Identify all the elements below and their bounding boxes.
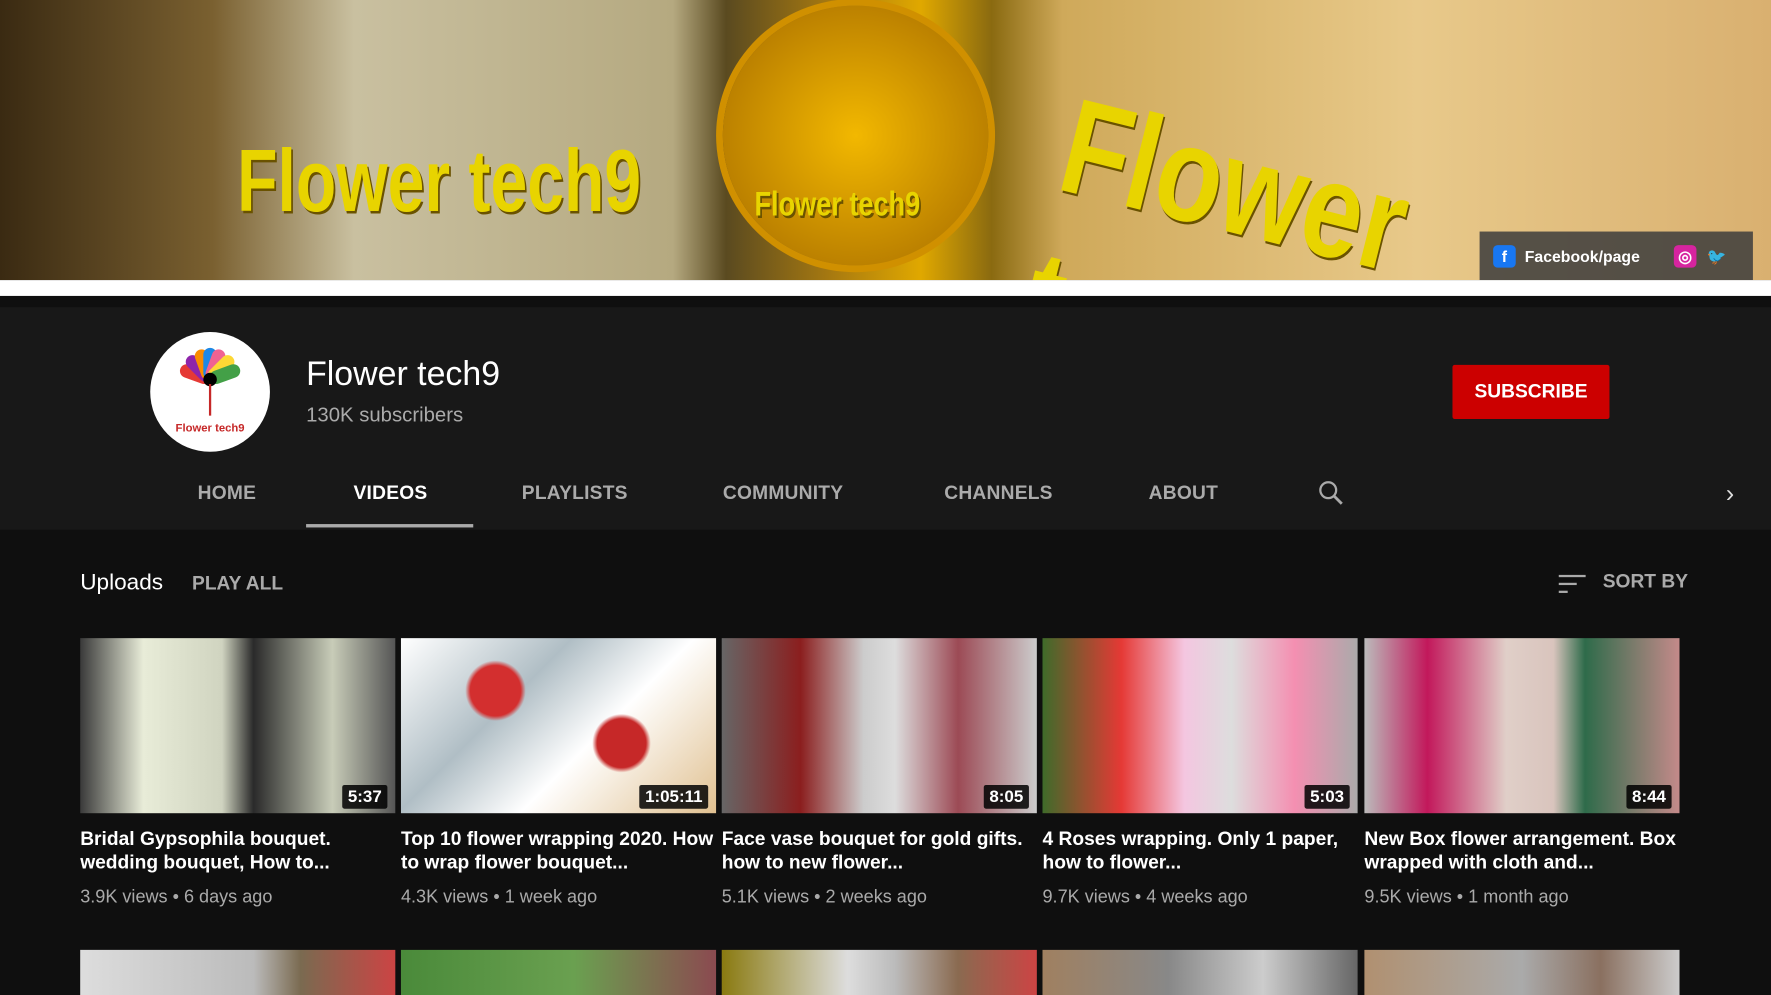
view-count: 4.3K views <box>400 887 489 907</box>
upload-age: 6 days ago <box>183 887 273 907</box>
video-meta: 9.7K views • 4 weeks ago <box>1042 887 1248 907</box>
tab-community[interactable]: COMMUNITY <box>723 482 843 505</box>
sort-icon[interactable] <box>1558 573 1586 596</box>
video-thumbnail[interactable] <box>1042 949 1358 995</box>
video-card[interactable]: 8:05 Face vase bouquet for gold gifts. h… <box>721 638 1037 908</box>
video-title[interactable]: Face vase bouquet for gold gifts. how to… <box>722 827 1037 874</box>
view-count: 3.9K views <box>80 887 168 907</box>
section-title: Uploads <box>80 570 164 596</box>
video-thumbnail[interactable] <box>80 949 396 995</box>
video-meta: 3.9K views • 6 days ago <box>80 887 273 907</box>
tab-about[interactable]: ABOUT <box>1149 482 1218 505</box>
play-all-button[interactable]: PLAY ALL <box>192 573 283 596</box>
upload-age: 4 weeks ago <box>1146 887 1248 907</box>
tab-videos[interactable]: VIDEOS <box>354 482 428 505</box>
video-card[interactable]: 5:37 Bridal Gypsophila bouquet. wedding … <box>80 638 396 908</box>
search-icon[interactable] <box>1317 479 1344 506</box>
video-meta: 9.5K views • 1 month ago <box>1364 887 1569 907</box>
video-duration: 8:05 <box>983 784 1029 809</box>
tab-playlists[interactable]: PLAYLISTS <box>522 482 628 505</box>
avatar-text: Flower tech9 <box>175 422 245 435</box>
video-title[interactable]: New Box flower arrangement. Box wrapped … <box>1364 827 1679 874</box>
video-title[interactable]: 4 Roses wrapping. Only 1 paper, how to f… <box>1042 827 1357 874</box>
view-count: 9.7K views <box>1042 887 1130 907</box>
subscribe-button[interactable]: SUBSCRIBE <box>1452 364 1610 420</box>
facebook-icon: f <box>1493 245 1516 268</box>
channel-banner: Flower tech9 Flower tech9 Flower tech9 f… <box>0 0 1771 281</box>
twitter-icon[interactable]: 🐦 <box>1705 245 1728 268</box>
video-thumbnail[interactable]: 5:37 <box>80 638 396 814</box>
channel-name: Flower tech9 <box>306 355 501 394</box>
video-card[interactable]: 8:44 New Box flower arrangement. Box wra… <box>1364 638 1680 908</box>
upload-age: 2 weeks ago <box>825 887 927 907</box>
video-title[interactable]: Bridal Gypsophila bouquet. wedding bouqu… <box>80 827 395 874</box>
video-thumbnail[interactable] <box>1364 949 1680 995</box>
view-count: 9.5K views <box>1364 887 1452 907</box>
video-card[interactable]: 1:05:11 Top 10 flower wrapping 2020. How… <box>400 638 717 908</box>
video-thumbnail[interactable]: 8:05 <box>721 638 1037 814</box>
active-tab-indicator <box>306 524 474 528</box>
video-meta: 5.1K views • 2 weeks ago <box>721 887 927 907</box>
sort-by-button[interactable]: SORT BY <box>1603 570 1688 593</box>
chevron-right-icon[interactable]: › <box>1726 479 1734 508</box>
video-thumbnail[interactable]: 5:03 <box>1042 638 1358 814</box>
channel-header: Flower tech9 Flower tech9 130K subscribe… <box>0 307 1771 530</box>
video-thumbnail[interactable] <box>721 949 1037 995</box>
tab-home[interactable]: HOME <box>198 482 257 505</box>
banner-coin-text: Flower tech9 <box>754 186 921 224</box>
video-meta: 4.3K views • 1 week ago <box>400 887 598 907</box>
facebook-link[interactable]: Facebook/page <box>1525 247 1640 265</box>
video-duration: 5:37 <box>342 784 388 809</box>
video-duration: 1:05:11 <box>639 784 709 809</box>
tab-channels[interactable]: CHANNELS <box>944 482 1052 505</box>
video-thumbnail[interactable]: 1:05:11 <box>400 638 717 814</box>
banner-coin-logo <box>722 5 989 266</box>
banner-social-links[interactable]: f Facebook/page ◎ 🐦 <box>1479 231 1753 281</box>
video-title[interactable]: Top 10 flower wrapping 2020. How to wrap… <box>401 827 716 874</box>
video-duration: 5:03 <box>1304 784 1350 809</box>
banner-divider <box>0 280 1771 296</box>
channel-avatar[interactable]: Flower tech9 <box>150 332 270 452</box>
view-count: 5.1K views <box>721 887 810 907</box>
video-card[interactable]: 5:03 4 Roses wrapping. Only 1 paper, how… <box>1042 638 1358 908</box>
video-thumbnail[interactable]: 8:44 <box>1364 638 1680 814</box>
video-duration: 8:44 <box>1626 784 1672 809</box>
upload-age: 1 month ago <box>1468 887 1569 907</box>
banner-brand-text: Flower tech9 <box>237 131 642 231</box>
upload-age: 1 week ago <box>504 887 598 907</box>
subscriber-count: 130K subscribers <box>306 403 464 426</box>
instagram-icon[interactable]: ◎ <box>1673 245 1697 268</box>
video-thumbnail[interactable] <box>400 949 717 995</box>
